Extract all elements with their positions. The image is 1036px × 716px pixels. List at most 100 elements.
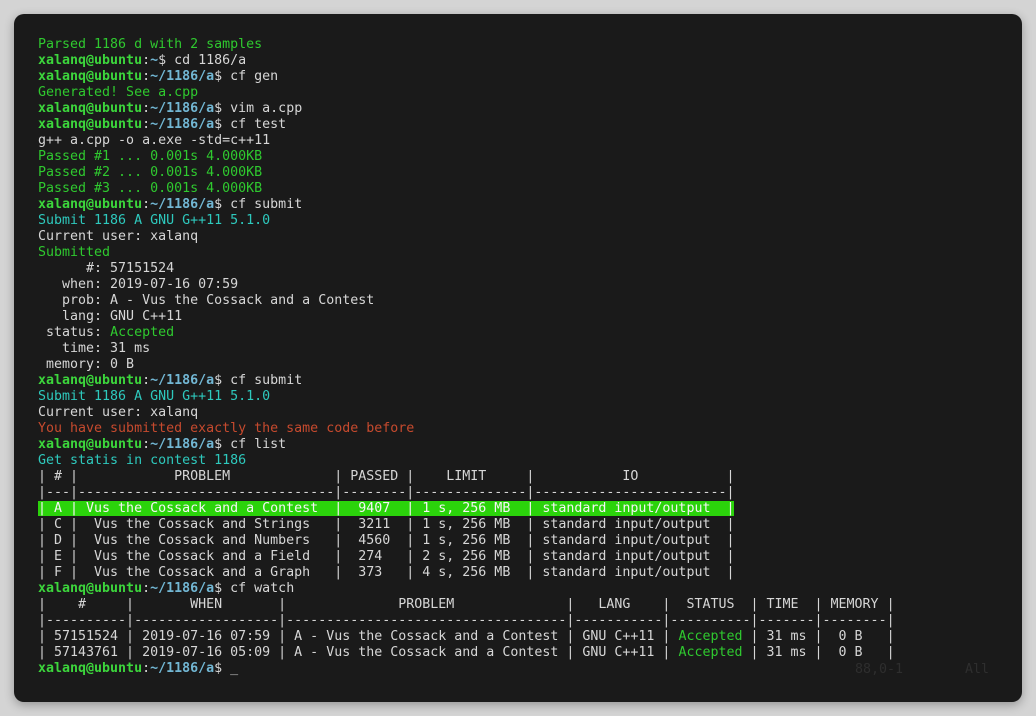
text-run: | D | Vus the Cossack and Numbers | 4560… <box>38 533 734 548</box>
table-row: | F | Vus the Cossack and a Graph | 373 … <box>38 565 1022 581</box>
info-text: Submit 1186 A GNU G++11 5.1.0 <box>38 389 270 404</box>
output-current-user: Current user: xalanq <box>38 405 1022 421</box>
submission-status: status: Accepted <box>38 325 1022 341</box>
vim-ruler-ghost-text: 88,0-1 <box>855 662 903 678</box>
cursor: _ <box>230 661 238 676</box>
prompt-line: xalanq@ubuntu:~/1186/a$ cf list <box>38 437 1022 453</box>
table-row-highlighted: | A | Vus the Cossack and a Contest | 94… <box>38 501 1022 517</box>
success-text: Passed #1 ... 0.001s 4.000KB <box>38 149 262 164</box>
text-run: prob: A - Vus the Cossack and a Contest <box>38 293 374 308</box>
submission-id: #: 57151524 <box>38 261 1022 277</box>
prompt-cwd: ~/1186/a <box>150 437 214 452</box>
prompt-user-host: xalanq@ubuntu <box>38 437 142 452</box>
submission-memory: memory: 0 B <box>38 357 1022 373</box>
prompt-cwd: ~/1186/a <box>150 117 214 132</box>
prompt-cwd: ~/1186/a <box>150 373 214 388</box>
prompt-user-host: xalanq@ubuntu <box>38 581 142 596</box>
text-run: g++ a.cpp -o a.exe -std=c++11 <box>38 133 270 148</box>
vim-position-ghost-text: All <box>965 662 989 678</box>
text-run: | # | WHEN | PROBLEM | LANG | STATUS | T… <box>38 597 895 612</box>
success-text: Accepted <box>678 645 742 660</box>
success-text: Passed #3 ... 0.001s 4.000KB <box>38 181 262 196</box>
desktop-background: Parsed 1186 d with 2 samplesxalanq@ubunt… <box>0 0 1036 716</box>
text-run: $ cd 1186/a <box>158 53 246 68</box>
submission-when: when: 2019-07-16 07:59 <box>38 277 1022 293</box>
prompt-cwd: ~/1186/a <box>150 661 214 676</box>
text-run: : <box>142 661 150 676</box>
prompt-cwd: ~/1186/a <box>150 69 214 84</box>
text-run: | 31 ms | 0 B | <box>742 645 894 660</box>
output-submitted: Submitted <box>38 245 1022 261</box>
text-run: memory: 0 B <box>38 357 134 372</box>
table-divider: |---|--------------------------------|--… <box>38 485 1022 501</box>
text-run: $ cf submit <box>214 373 302 388</box>
success-text: Generated! See a.cpp <box>38 85 198 100</box>
prompt-line: xalanq@ubuntu:~/1186/a$ vim a.cpp <box>38 101 1022 117</box>
text-run: when: 2019-07-16 07:59 <box>38 277 238 292</box>
text-run: Current user: xalanq <box>38 229 198 244</box>
text-run: : <box>142 197 150 212</box>
info-text: Submit 1186 A GNU G++11 5.1.0 <box>38 213 270 228</box>
output-passed: Passed #1 ... 0.001s 4.000KB <box>38 149 1022 165</box>
text-run: $ <box>214 661 230 676</box>
success-text: Accepted <box>678 629 742 644</box>
prompt-cwd: ~/1186/a <box>150 101 214 116</box>
table-divider: |----------|------------------|---------… <box>38 613 1022 629</box>
text-run: | # | PROBLEM | PASSED | LIMIT | IO | <box>38 469 734 484</box>
success-text: Passed #2 ... 0.001s 4.000KB <box>38 165 262 180</box>
text-run: | 57151524 | 2019-07-16 07:59 | A - Vus … <box>38 629 678 644</box>
table-header: | # | PROBLEM | PASSED | LIMIT | IO | <box>38 469 1022 485</box>
prompt-cwd: ~ <box>150 53 158 68</box>
text-run: $ cf watch <box>214 581 294 596</box>
text-run: | 57143761 | 2019-07-16 05:09 | A - Vus … <box>38 645 678 660</box>
prompt-line: xalanq@ubuntu:~/1186/a$ cf watch <box>38 581 1022 597</box>
text-run: : <box>142 101 150 116</box>
output-current-user: Current user: xalanq <box>38 229 1022 245</box>
text-run: : <box>142 53 150 68</box>
prompt-line: xalanq@ubuntu:~/1186/a$ cf gen <box>38 69 1022 85</box>
prompt-user-host: xalanq@ubuntu <box>38 117 142 132</box>
output-submit-header: Submit 1186 A GNU G++11 5.1.0 <box>38 389 1022 405</box>
highlighted-row: | A | Vus the Cossack and a Contest | 94… <box>38 501 734 516</box>
text-run: | 31 ms | 0 B | <box>742 629 894 644</box>
output-generated: Generated! See a.cpp <box>38 85 1022 101</box>
table-row: | E | Vus the Cossack and a Field | 274 … <box>38 549 1022 565</box>
text-run: |----------|------------------|---------… <box>38 613 895 628</box>
text-run: $ cf list <box>214 437 286 452</box>
table-row: | C | Vus the Cossack and Strings | 3211… <box>38 517 1022 533</box>
prompt-cwd: ~/1186/a <box>150 197 214 212</box>
output-passed: Passed #3 ... 0.001s 4.000KB <box>38 181 1022 197</box>
text-run: | F | Vus the Cossack and a Graph | 373 … <box>38 565 734 580</box>
prompt-user-host: xalanq@ubuntu <box>38 53 142 68</box>
prompt-cwd: ~/1186/a <box>150 581 214 596</box>
text-run: : <box>142 437 150 452</box>
output-error: You have submitted exactly the same code… <box>38 421 1022 437</box>
terminal-window: Parsed 1186 d with 2 samplesxalanq@ubunt… <box>14 14 1022 702</box>
text-run: time: 31 ms <box>38 341 150 356</box>
prompt-user-host: xalanq@ubuntu <box>38 197 142 212</box>
text-run: $ cf submit <box>214 197 302 212</box>
table-row: | 57151524 | 2019-07-16 07:59 | A - Vus … <box>38 629 1022 645</box>
text-run: lang: GNU C++11 <box>38 309 182 324</box>
table-row: | D | Vus the Cossack and Numbers | 4560… <box>38 533 1022 549</box>
prompt-user-host: xalanq@ubuntu <box>38 101 142 116</box>
prompt-line: xalanq@ubuntu:~/1186/a$ cf submit <box>38 197 1022 213</box>
success-text: Submitted <box>38 245 110 260</box>
text-run: status: <box>38 325 110 340</box>
text-run: : <box>142 373 150 388</box>
output-parsed: Parsed 1186 d with 2 samples <box>38 37 1022 53</box>
terminal-screen[interactable]: Parsed 1186 d with 2 samplesxalanq@ubunt… <box>38 37 1022 702</box>
error-text: You have submitted exactly the same code… <box>38 421 414 436</box>
text-run: : <box>142 117 150 132</box>
text-run: $ cf gen <box>214 69 278 84</box>
submission-time: time: 31 ms <box>38 341 1022 357</box>
prompt-line: xalanq@ubuntu:~$ cd 1186/a <box>38 53 1022 69</box>
text-run: $ vim a.cpp <box>214 101 302 116</box>
output-compile: g++ a.cpp -o a.exe -std=c++11 <box>38 133 1022 149</box>
output-passed: Passed #2 ... 0.001s 4.000KB <box>38 165 1022 181</box>
text-run: Current user: xalanq <box>38 405 198 420</box>
text-run: | C | Vus the Cossack and Strings | 3211… <box>38 517 734 532</box>
text-run: $ cf test <box>214 117 286 132</box>
text-run: | E | Vus the Cossack and a Field | 274 … <box>38 549 734 564</box>
prompt-line: xalanq@ubuntu:~/1186/a$ cf test <box>38 117 1022 133</box>
